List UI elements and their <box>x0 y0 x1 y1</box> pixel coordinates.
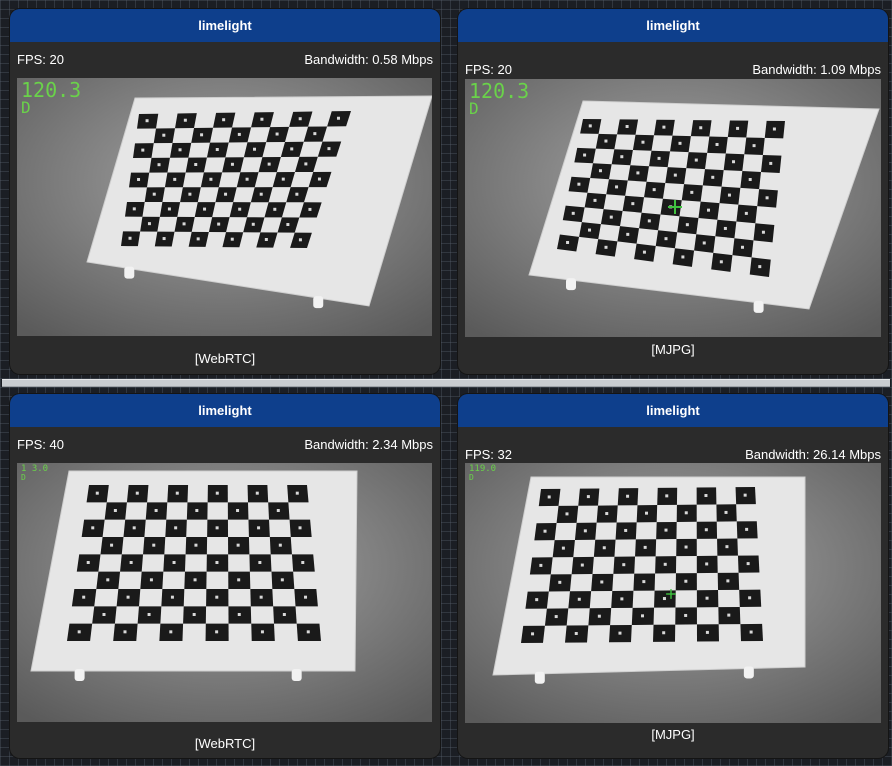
overlay-readout: 120.3 D <box>469 79 530 118</box>
stream-type-label: [WebRTC] <box>194 736 256 751</box>
crosshair-icon <box>668 200 682 214</box>
overlay-readout: 119.0 D <box>469 464 497 482</box>
crosshair-icon <box>666 589 676 599</box>
camera-panel-2: limelight FPS: 20 Bandwidth: 1.09 Mbps 1… <box>458 9 888 374</box>
camera-feed[interactable]: 120.3 D <box>465 79 881 337</box>
camera-panel-1: limelight FPS: 20 Bandwidth: 0.58 Mbps 1… <box>10 9 440 374</box>
stream-type-label: [MJPG] <box>651 727 695 742</box>
fps-readout: FPS: 32 <box>465 447 512 462</box>
bandwidth-readout: Bandwidth: 1.09 Mbps <box>752 62 881 77</box>
bandwidth-readout: Bandwidth: 26.14 Mbps <box>745 447 881 462</box>
feed-image <box>17 463 432 722</box>
overlay-readout: 1 3.0 D <box>21 464 49 482</box>
feed-image <box>17 78 432 336</box>
camera-panel-3: limelight FPS: 40 Bandwidth: 2.34 Mbps 1… <box>10 394 440 758</box>
camera-panel-4: limelight FPS: 32 Bandwidth: 26.14 Mbps … <box>458 394 888 758</box>
panel-title: limelight <box>10 394 440 427</box>
bandwidth-readout: Bandwidth: 0.58 Mbps <box>304 52 433 67</box>
fps-readout: FPS: 40 <box>17 437 64 452</box>
stream-type-label: [MJPG] <box>651 342 695 357</box>
camera-feed[interactable]: 120.3 D <box>17 78 432 336</box>
camera-feed[interactable]: 119.0 D <box>465 463 881 723</box>
overlay-readout: 120.3 D <box>21 78 82 117</box>
panel-title: limelight <box>458 9 888 42</box>
camera-feed[interactable]: 1 3.0 D <box>17 463 432 722</box>
fps-readout: FPS: 20 <box>465 62 512 77</box>
panel-title: limelight <box>458 394 888 427</box>
panel-title: limelight <box>10 9 440 42</box>
bandwidth-readout: Bandwidth: 2.34 Mbps <box>304 437 433 452</box>
fps-readout: FPS: 20 <box>17 52 64 67</box>
row-divider[interactable] <box>2 379 890 387</box>
stream-type-label: [WebRTC] <box>194 351 256 366</box>
